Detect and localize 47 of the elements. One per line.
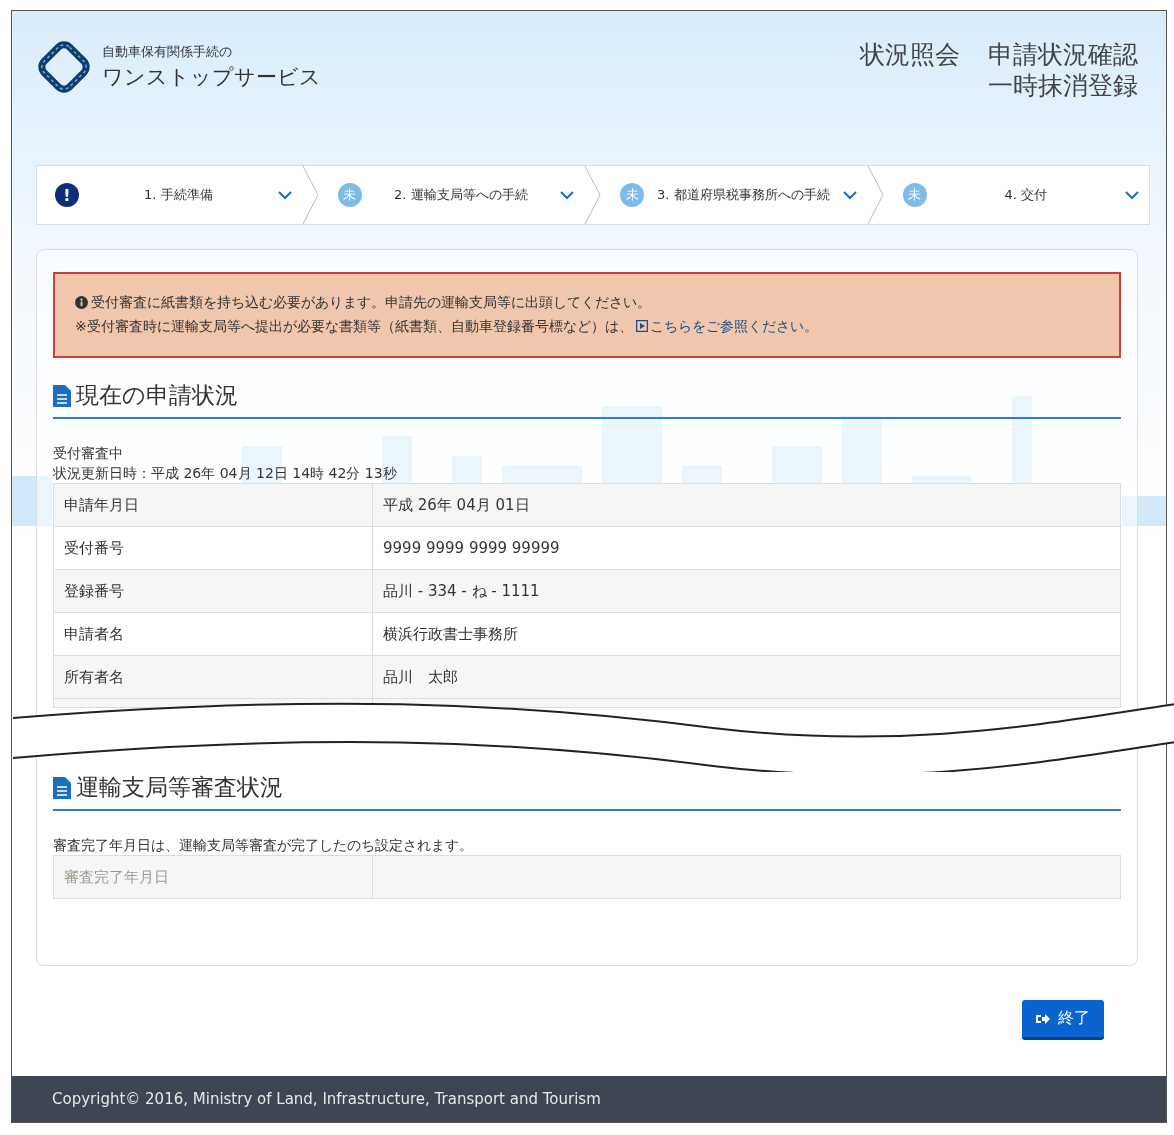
document-icon (53, 776, 71, 799)
table-cell: 平成 26年 04月 01日 (372, 483, 1121, 527)
table-cell: 品川 - 334 - ね - 1111 (372, 569, 1121, 613)
section-heading: 運輸支局等審査状況 (76, 773, 283, 802)
reference-link[interactable]: こちらをご参照ください。 (635, 314, 818, 338)
review-note: 審査完了年月日は、運輸支局等審査が完了したのち設定されます。 (53, 836, 474, 855)
step-status-icon: ! (55, 183, 79, 207)
end-button[interactable]: 終了 (1022, 1000, 1104, 1040)
chevron-down-icon (277, 190, 292, 200)
table-cell: 登録番号 (53, 569, 373, 613)
step-status-icon: 未 (620, 183, 644, 207)
step-status-icon: 未 (902, 183, 927, 207)
logo-icon (36, 39, 92, 95)
logo-subtitle: 自動車保有関係手続の (102, 43, 233, 61)
step-tab[interactable]: 未 3. 都道府県税事務所への手続 (602, 166, 867, 224)
table-cell: 申請者名 (53, 612, 373, 656)
step-divider-icon (301, 166, 320, 224)
info-icon (75, 295, 88, 309)
step-divider-icon (866, 166, 885, 224)
table-cell: 9999 9999 9999 99999 (372, 526, 1121, 570)
step-tab[interactable]: 未 2. 運輸支局等への手続 (319, 166, 584, 224)
copyright-text: Copyright© 2016, Ministry of Land, Infrastructure, Transport and Tourism (52, 1090, 601, 1108)
play-icon (635, 320, 648, 332)
update-timestamp: 状況更新日時：平成 26年 04月 12日 14時 42分 13秒 (53, 464, 398, 483)
logo-title: ワンストップサービス (102, 64, 321, 91)
step-tab[interactable]: 未 4. 交付 (884, 166, 1149, 224)
table-cell: 受付番号 (53, 526, 373, 570)
step-tab[interactable]: ! 1. 手続準備 (37, 166, 302, 224)
page-category: 状況照会 (860, 39, 960, 70)
chevron-down-icon (842, 190, 857, 200)
page-title: 申請状況確認 (988, 39, 1138, 70)
document-icon (53, 384, 71, 407)
alert-note: ※受付審査時に運輸支局等へ提出が必要な書類等（紙書類、自動車登録番号標など）は、 (75, 317, 633, 336)
step-status-icon: 未 (337, 183, 362, 207)
status-text: 受付審査中 (53, 444, 124, 463)
chevron-down-icon (1125, 190, 1139, 200)
exit-icon (1036, 1012, 1050, 1025)
table-cell: 横浜行政書士事務所 (372, 612, 1121, 656)
chevron-down-icon (560, 190, 574, 200)
page-title: 一時抹消登録 (988, 70, 1138, 101)
table-cell: 所有者名 (53, 655, 373, 699)
table-cell: 審査完了年月日 (53, 855, 373, 899)
section-heading: 現在の申請状況 (76, 381, 238, 410)
table-cell: 申請年月日 (53, 483, 373, 527)
step-divider-icon (584, 166, 602, 224)
table-cell: 品川 太郎 (372, 655, 1121, 699)
alert-message: 受付審査に紙書類を持ち込む必要があります。申請先の運輸支局等に出頭してください。 (91, 293, 651, 312)
